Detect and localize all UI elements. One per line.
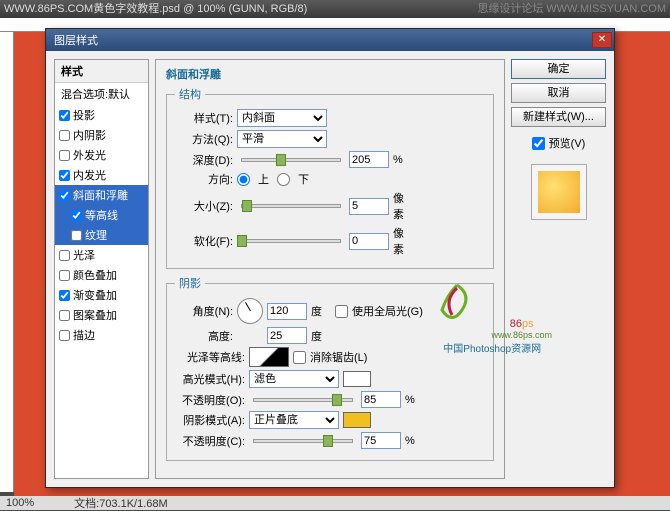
cancel-button[interactable]: 取消 [511, 83, 606, 103]
structure-group: 结构 样式(T): 内斜面 方法(Q): 平滑 深度(D): % 方向: [166, 86, 494, 269]
dialog-buttons: 确定 取消 新建样式(W)... 预览(V) [511, 59, 606, 479]
ruler-vertical [0, 32, 14, 492]
style-label: 渐变叠加 [73, 287, 117, 303]
style-item-1[interactable]: 内阴影 [55, 125, 148, 145]
style-label: 纹理 [85, 227, 107, 243]
style-item-6[interactable]: 纹理 [55, 225, 148, 245]
style-label: 内阴影 [73, 127, 106, 143]
zoom-level: 100% [6, 497, 34, 509]
depth-slider[interactable] [241, 158, 341, 162]
style-checkbox[interactable] [71, 230, 82, 241]
ok-button[interactable]: 确定 [511, 59, 606, 79]
preview-swatch [531, 164, 587, 220]
style-checkbox[interactable] [59, 130, 70, 141]
close-icon[interactable]: ✕ [592, 32, 612, 48]
shading-group: 阴影 角度(N): 度 使用全局光(G) 高度: 度 光泽等高线: [166, 275, 494, 461]
style-checkbox[interactable] [59, 150, 70, 161]
style-item-2[interactable]: 外发光 [55, 145, 148, 165]
style-item-10[interactable]: 图案叠加 [55, 305, 148, 325]
style-item-4[interactable]: 斜面和浮雕 [55, 185, 148, 205]
blend-options[interactable]: 混合选项:默认 [55, 83, 148, 105]
style-label: 斜面和浮雕 [73, 187, 128, 203]
styles-header: 样式 [55, 60, 148, 83]
style-checkbox[interactable] [59, 290, 70, 301]
highlight-opacity-input[interactable] [361, 391, 401, 408]
style-label: 颜色叠加 [73, 267, 117, 283]
style-checkbox[interactable] [59, 250, 70, 261]
style-checkbox[interactable] [59, 110, 70, 121]
style-label: 外发光 [73, 147, 106, 163]
style-label: 光泽 [73, 247, 95, 263]
soften-slider[interactable] [241, 239, 341, 243]
layer-style-dialog: 图层样式 ✕ 样式 混合选项:默认 投影内阴影外发光内发光斜面和浮雕等高线纹理光… [45, 28, 615, 488]
shadow-mode-select[interactable]: 正片叠底 [249, 411, 339, 429]
style-item-11[interactable]: 描边 [55, 325, 148, 345]
style-item-0[interactable]: 投影 [55, 105, 148, 125]
soften-input[interactable] [349, 233, 389, 250]
angle-input[interactable] [267, 303, 307, 320]
bevel-style-select[interactable]: 内斜面 [237, 109, 327, 127]
antialias-checkbox[interactable] [293, 351, 306, 364]
style-checkbox[interactable] [59, 190, 70, 201]
style-label: 图案叠加 [73, 307, 117, 323]
angle-dial[interactable] [237, 298, 263, 324]
shadow-color-swatch[interactable] [343, 412, 371, 428]
style-checkbox[interactable] [59, 170, 70, 181]
styles-list: 样式 混合选项:默认 投影内阴影外发光内发光斜面和浮雕等高线纹理光泽颜色叠加渐变… [54, 59, 149, 479]
doc-title: WWW.86PS.COM黄色字效教程.psd @ 100% (GUNN, RGB… [4, 0, 307, 18]
altitude-input[interactable] [267, 327, 307, 344]
style-checkbox[interactable] [71, 210, 82, 221]
size-slider[interactable] [241, 204, 341, 208]
highlight-opacity-slider[interactable] [253, 398, 353, 402]
gloss-contour-picker[interactable] [249, 347, 289, 367]
statusbar: 100% 文档:703.1K/1.68M [0, 496, 670, 510]
style-label: 描边 [73, 327, 95, 343]
section-title: 斜面和浮雕 [166, 66, 494, 82]
style-label: 内发光 [73, 167, 106, 183]
size-input[interactable] [349, 198, 389, 215]
shadow-opacity-input[interactable] [361, 432, 401, 449]
doc-size: 文档:703.1K/1.68M [74, 495, 168, 511]
technique-select[interactable]: 平滑 [237, 130, 327, 148]
depth-input[interactable] [349, 151, 389, 168]
app-titlebar: WWW.86PS.COM黄色字效教程.psd @ 100% (GUNN, RGB… [0, 0, 670, 18]
direction-up-radio[interactable] [237, 173, 250, 186]
style-item-7[interactable]: 光泽 [55, 245, 148, 265]
direction-down-radio[interactable] [277, 173, 290, 186]
style-item-3[interactable]: 内发光 [55, 165, 148, 185]
settings-panel: 斜面和浮雕 结构 样式(T): 内斜面 方法(Q): 平滑 深度(D): % [155, 59, 505, 479]
global-light-checkbox[interactable] [335, 305, 348, 318]
shadow-opacity-slider[interactable] [253, 439, 353, 443]
highlight-color-swatch[interactable] [343, 371, 371, 387]
style-checkbox[interactable] [59, 310, 70, 321]
new-style-button[interactable]: 新建样式(W)... [511, 107, 606, 127]
dialog-title: 图层样式 [54, 32, 98, 48]
style-item-9[interactable]: 渐变叠加 [55, 285, 148, 305]
style-label: 等高线 [85, 207, 118, 223]
style-label: 投影 [73, 107, 95, 123]
style-checkbox[interactable] [59, 330, 70, 341]
preview-checkbox[interactable] [532, 137, 545, 150]
style-item-5[interactable]: 等高线 [55, 205, 148, 225]
style-checkbox[interactable] [59, 270, 70, 281]
style-item-8[interactable]: 颜色叠加 [55, 265, 148, 285]
highlight-mode-select[interactable]: 滤色 [249, 370, 339, 388]
dialog-titlebar[interactable]: 图层样式 ✕ [46, 29, 614, 51]
